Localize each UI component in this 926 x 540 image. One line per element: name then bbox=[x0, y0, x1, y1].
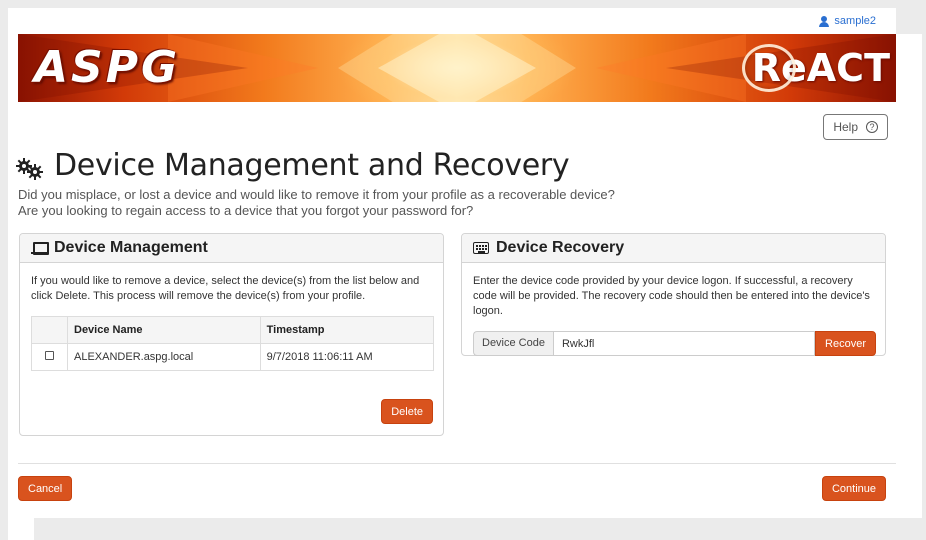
table-header-row: Device Name Timestamp bbox=[31, 316, 435, 344]
device-management-description: If you would like to remove a device, se… bbox=[31, 275, 420, 302]
device-recovery-body: Enter the device code provided by your d… bbox=[462, 263, 885, 367]
timestamp-cell: 9/7/2018 11:06:11 AM bbox=[259, 343, 435, 371]
device-management-title: Device Management bbox=[54, 239, 208, 256]
row-select-cell bbox=[31, 343, 68, 371]
device-code-group: Device Code Recover bbox=[473, 331, 876, 356]
delete-button[interactable]: Delete bbox=[381, 399, 433, 424]
recover-button[interactable]: Recover bbox=[815, 331, 876, 356]
user-menu-link[interactable]: sample2 bbox=[819, 15, 876, 27]
device-recovery-panel: Device Recovery Enter the device code pr… bbox=[461, 233, 886, 356]
background-strip-bottom bbox=[8, 518, 34, 540]
top-bar: sample2 bbox=[8, 8, 896, 34]
page-subtitle: Did you misplace, or lost a device and w… bbox=[18, 187, 615, 219]
column-header-device-name: Device Name bbox=[67, 316, 261, 344]
subtitle-line-2: Are you looking to regain access to a de… bbox=[18, 203, 474, 218]
cancel-button[interactable]: Cancel bbox=[18, 476, 73, 501]
continue-button[interactable]: Continue bbox=[821, 476, 886, 501]
page-container: sample2 ASPG ReACT Help ? Device Managem… bbox=[8, 8, 896, 518]
device-management-panel: Device Management If you would like to r… bbox=[19, 233, 444, 436]
devices-table: Device Name Timestamp ALEXANDER.aspg.loc… bbox=[31, 316, 435, 371]
device-management-header: Device Management bbox=[20, 234, 443, 263]
question-icon: ? bbox=[866, 121, 878, 133]
react-logo: ReACT bbox=[741, 44, 890, 92]
page-title-text: Device Management and Recovery bbox=[54, 148, 570, 183]
device-recovery-header: Device Recovery bbox=[462, 234, 885, 263]
keyboard-icon bbox=[473, 242, 489, 254]
device-management-body: If you would like to remove a device, se… bbox=[20, 263, 443, 382]
device-name-cell: ALEXANDER.aspg.local bbox=[67, 343, 261, 371]
column-header-timestamp: Timestamp bbox=[259, 316, 435, 344]
device-code-label: Device Code bbox=[473, 331, 553, 356]
device-code-input[interactable] bbox=[552, 331, 816, 356]
table-row: ALEXANDER.aspg.local 9/7/2018 11:06:11 A… bbox=[31, 343, 435, 371]
subtitle-line-1: Did you misplace, or lost a device and w… bbox=[18, 187, 615, 202]
page-title: Device Management and Recovery bbox=[16, 148, 570, 183]
username: sample2 bbox=[834, 15, 876, 27]
react-logo-ring bbox=[741, 44, 796, 92]
device-recovery-description: Enter the device code provided by your d… bbox=[473, 275, 870, 317]
help-label: Help bbox=[833, 120, 858, 134]
aspg-logo: ASPG bbox=[34, 42, 181, 93]
user-icon bbox=[819, 15, 830, 27]
device-select-checkbox[interactable] bbox=[45, 350, 54, 360]
help-button[interactable]: Help ? bbox=[823, 114, 888, 140]
background-strip-right bbox=[896, 34, 922, 518]
footer-divider bbox=[18, 463, 896, 464]
column-header-select bbox=[31, 316, 68, 344]
header-banner: ASPG ReACT bbox=[18, 34, 896, 102]
gears-icon bbox=[16, 154, 44, 180]
device-recovery-title: Device Recovery bbox=[496, 239, 625, 256]
laptop-icon bbox=[31, 241, 49, 255]
